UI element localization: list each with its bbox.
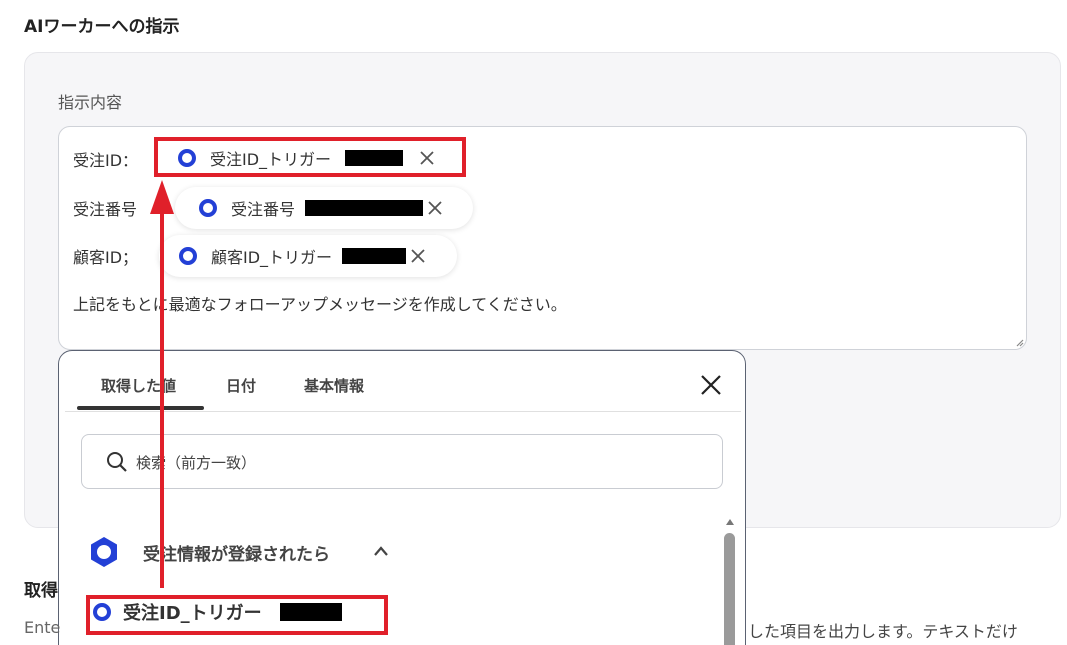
scrollbar-thumb[interactable]: [724, 533, 735, 645]
active-tab-indicator: [77, 406, 204, 410]
field-label: 指示内容: [58, 93, 123, 112]
search-input[interactable]: 検索（前方一致）: [81, 434, 723, 489]
remove-chip-icon[interactable]: [408, 246, 428, 266]
line-label-order-number: 受注番号: [73, 200, 138, 219]
variable-ring-icon: [179, 247, 197, 265]
trigger-app-icon: [91, 537, 117, 567]
output-section-title: 取得: [24, 581, 58, 601]
remove-chip-icon[interactable]: [425, 198, 445, 218]
tab-divider: [65, 411, 741, 412]
redacted-value: [305, 200, 424, 216]
highlight-box-picker-item: [86, 595, 388, 635]
line-label-order-id: 受注ID：: [73, 151, 139, 170]
variable-ring-icon: [199, 199, 217, 217]
output-description-left: Ente: [24, 618, 61, 637]
output-description-right: した項目を出力します。テキストだけ: [748, 622, 1018, 641]
close-icon[interactable]: [699, 373, 723, 397]
group-label[interactable]: 受注情報が登録されたら: [143, 540, 330, 565]
section-title: AIワーカーへの指示: [24, 17, 180, 37]
chip-customer-id-trigger[interactable]: 顧客ID_トリガー: [159, 235, 457, 277]
highlight-box-chip: [154, 137, 466, 177]
resize-grip-icon[interactable]: [1014, 337, 1024, 347]
line-label-customer-id: 顧客ID；: [73, 248, 139, 267]
chip-label: 受注番号: [231, 200, 296, 219]
redacted-value: [342, 248, 407, 264]
prompt-body-text: 上記をもとに最適なフォローアップメッセージを作成してください。: [73, 295, 567, 314]
scroll-up-icon[interactable]: [724, 517, 736, 527]
chevron-up-icon[interactable]: [373, 545, 389, 557]
chip-order-number[interactable]: 受注番号: [175, 187, 473, 229]
tab-date[interactable]: 日付: [226, 375, 256, 396]
search-icon: [107, 452, 127, 472]
tab-acquired-values[interactable]: 取得した値: [101, 375, 176, 396]
search-placeholder: 検索（前方一致）: [136, 454, 257, 472]
chip-label: 顧客ID_トリガー: [211, 248, 333, 267]
tab-basic-info[interactable]: 基本情報: [304, 375, 364, 396]
